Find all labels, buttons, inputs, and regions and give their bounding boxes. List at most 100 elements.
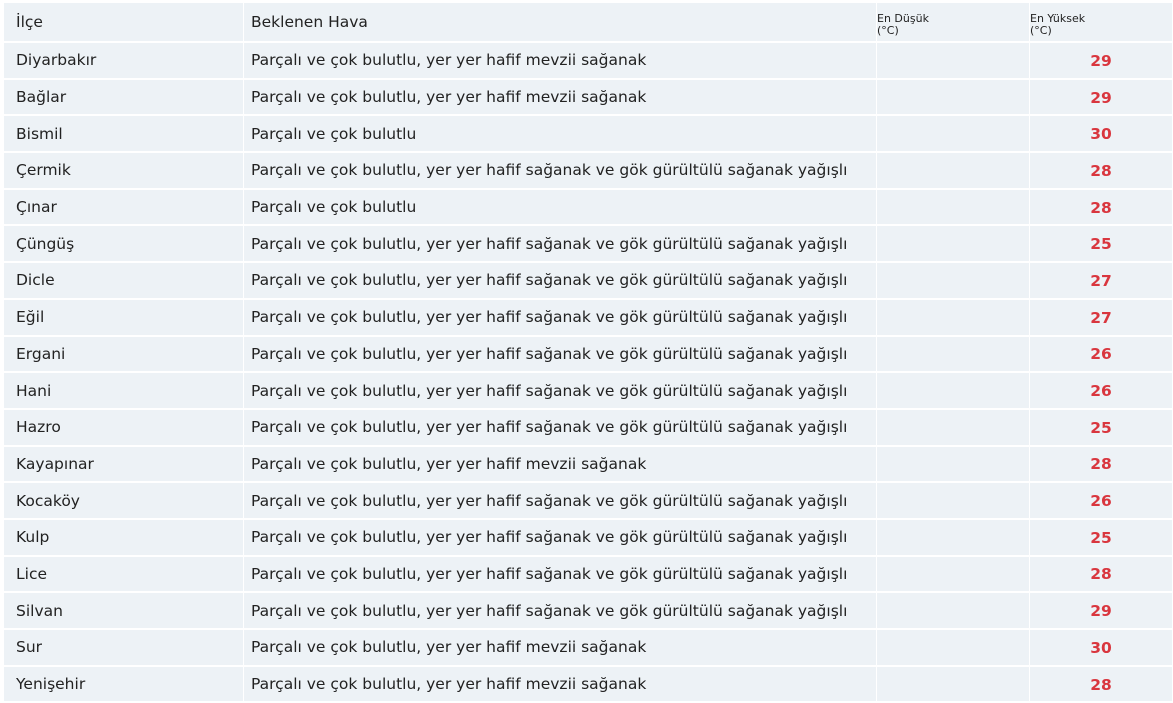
min-temp-cell xyxy=(877,666,1030,703)
forecast-table-container: İlçe Beklenen Hava En Düşük (°C) En Yüks… xyxy=(4,3,1172,703)
expected-weather-cell: Parçalı ve çok bulutlu, yer yer hafif sa… xyxy=(244,226,877,264)
min-temp-cell xyxy=(877,336,1030,374)
max-temp-cell: 27 xyxy=(1030,299,1172,337)
table-row: Silvan Parçalı ve çok bulutlu, yer yer ha… xyxy=(4,593,1172,630)
expected-weather-cell: Parçalı ve çok bulutlu, yer yer hafif me… xyxy=(244,666,877,703)
column-header-max-temp: En Yüksek (°C) xyxy=(1030,3,1172,43)
district-cell: Hani xyxy=(4,373,244,410)
expected-weather-text: Parçalı ve çok bulutlu, yer yer hafif me… xyxy=(251,638,647,657)
district-name: Eğil xyxy=(16,308,45,327)
expected-weather-text: Parçalı ve çok bulutlu, yer yer hafif sa… xyxy=(251,564,848,583)
expected-weather-text: Parçalı ve çok bulutlu, yer yer hafif me… xyxy=(251,675,647,694)
district-cell: Çermik xyxy=(4,153,244,190)
expected-weather-text: Parçalı ve çok bulutlu, yer yer hafif sa… xyxy=(251,491,848,510)
district-cell: Hazro xyxy=(4,409,244,447)
district-name: Diyarbakır xyxy=(16,51,97,70)
min-temp-cell xyxy=(877,409,1030,447)
table-header: İlçe Beklenen Hava En Düşük (°C) En Yüks… xyxy=(4,3,1172,43)
expected-weather-cell: Parçalı ve çok bulutlu, yer yer hafif sa… xyxy=(244,483,877,520)
max-temp-value: 27 xyxy=(1090,308,1112,327)
district-forecast-table: İlçe Beklenen Hava En Düşük (°C) En Yüks… xyxy=(4,3,1172,703)
expected-weather-cell: Parçalı ve çok bulutlu, yer yer hafif sa… xyxy=(244,336,877,374)
district-cell: Bismil xyxy=(4,116,244,154)
max-temp-cell: 26 xyxy=(1030,373,1172,410)
expected-weather-text: Parçalı ve çok bulutlu, yer yer hafif me… xyxy=(251,88,647,107)
min-temp-cell xyxy=(877,556,1030,594)
header-row: İlçe Beklenen Hava En Düşük (°C) En Yüks… xyxy=(4,3,1172,43)
table-row: Kocaköy Parçalı ve çok bulutlu, yer yer h… xyxy=(4,483,1172,520)
district-name: Yenişehir xyxy=(16,675,86,694)
expected-weather-cell: Parçalı ve çok bulutlu xyxy=(244,189,877,227)
district-cell: Lice xyxy=(4,556,244,594)
district-cell: Kulp xyxy=(4,519,244,557)
district-cell: Silvan xyxy=(4,593,244,630)
max-temp-value: 30 xyxy=(1090,125,1112,144)
expected-weather-text: Parçalı ve çok bulutlu, yer yer hafif sa… xyxy=(251,161,848,180)
column-header-expected-weather-label: Beklenen Hava xyxy=(251,13,368,31)
table-row: Sur Parçalı ve çok bulutlu, yer yer hafif… xyxy=(4,630,1172,667)
expected-weather-cell: Parçalı ve çok bulutlu, yer yer hafif me… xyxy=(244,43,877,80)
max-temp-value: 29 xyxy=(1090,602,1112,621)
max-temp-value: 28 xyxy=(1090,565,1112,584)
district-cell: Ergani xyxy=(4,336,244,374)
expected-weather-cell: Parçalı ve çok bulutlu, yer yer hafif sa… xyxy=(244,519,877,557)
column-header-expected-weather: Beklenen Hava xyxy=(244,3,877,43)
district-name: Çermik xyxy=(16,161,71,180)
table-row: Hani Parçalı ve çok bulutlu, yer yer hafi… xyxy=(4,373,1172,410)
max-temp-cell: 30 xyxy=(1030,116,1172,154)
expected-weather-text: Parçalı ve çok bulutlu, yer yer hafif sa… xyxy=(251,381,848,400)
max-temp-value: 29 xyxy=(1090,51,1112,70)
max-temp-cell: 25 xyxy=(1030,226,1172,264)
district-cell: Diyarbakır xyxy=(4,43,244,80)
max-temp-value: 25 xyxy=(1090,235,1112,254)
district-name: Çüngüş xyxy=(16,234,75,253)
district-cell: Kocaköy xyxy=(4,483,244,520)
table-body: Diyarbakır Parçalı ve çok bulutlu, yer ye… xyxy=(4,43,1172,703)
expected-weather-text: Parçalı ve çok bulutlu, yer yer hafif sa… xyxy=(251,601,848,620)
expected-weather-text: Parçalı ve çok bulutlu xyxy=(251,198,417,217)
min-temp-unit: (°C) xyxy=(877,24,899,37)
max-temp-value: 28 xyxy=(1090,161,1112,180)
expected-weather-cell: Parçalı ve çok bulutlu, yer yer hafif sa… xyxy=(244,373,877,410)
district-cell: Sur xyxy=(4,630,244,667)
min-temp-cell xyxy=(877,519,1030,557)
district-cell: Bağlar xyxy=(4,79,244,117)
expected-weather-text: Parçalı ve çok bulutlu, yer yer hafif sa… xyxy=(251,234,848,253)
max-temp-value: 25 xyxy=(1090,418,1112,437)
expected-weather-text: Parçalı ve çok bulutlu, yer yer hafif sa… xyxy=(251,308,848,327)
max-temp-value: 26 xyxy=(1090,345,1112,364)
column-header-district-label: İlçe xyxy=(16,13,43,31)
expected-weather-cell: Parçalı ve çok bulutlu, yer yer hafif me… xyxy=(244,79,877,117)
max-temp-value: 25 xyxy=(1090,528,1112,547)
expected-weather-cell: Parçalı ve çok bulutlu, yer yer hafif sa… xyxy=(244,409,877,447)
district-name: Bismil xyxy=(16,124,63,143)
expected-weather-text: Parçalı ve çok bulutlu, yer yer hafif sa… xyxy=(251,271,848,290)
max-temp-value: 26 xyxy=(1090,382,1112,401)
district-name: Kulp xyxy=(16,528,50,547)
table-row: Çınar Parçalı ve çok bulutlu 28 xyxy=(4,189,1172,227)
table-row: Kayapınar Parçalı ve çok bulutlu, yer yer… xyxy=(4,446,1172,484)
max-temp-cell: 30 xyxy=(1030,630,1172,667)
min-temp-cell xyxy=(877,593,1030,630)
expected-weather-cell: Parçalı ve çok bulutlu xyxy=(244,116,877,154)
max-temp-value: 28 xyxy=(1090,455,1112,474)
min-temp-cell xyxy=(877,373,1030,410)
district-cell: Eğil xyxy=(4,299,244,337)
table-row: Çermik Parçalı ve çok bulutlu, yer yer ha… xyxy=(4,153,1172,190)
expected-weather-cell: Parçalı ve çok bulutlu, yer yer hafif sa… xyxy=(244,153,877,190)
column-header-max-temp-label: En Yüksek (°C) xyxy=(1030,7,1172,37)
district-cell: Kayapınar xyxy=(4,446,244,484)
column-header-min-temp-label: En Düşük (°C) xyxy=(877,7,1029,37)
column-header-district: İlçe xyxy=(4,3,244,43)
max-temp-cell: 29 xyxy=(1030,43,1172,80)
min-temp-cell xyxy=(877,446,1030,484)
max-temp-cell: 25 xyxy=(1030,519,1172,557)
max-temp-cell: 28 xyxy=(1030,446,1172,484)
min-temp-cell xyxy=(877,116,1030,154)
district-name: Kocaköy xyxy=(16,491,80,510)
max-temp-cell: 28 xyxy=(1030,666,1172,703)
max-temp-cell: 28 xyxy=(1030,189,1172,227)
district-cell: Çüngüş xyxy=(4,226,244,264)
expected-weather-cell: Parçalı ve çok bulutlu, yer yer hafif me… xyxy=(244,630,877,667)
district-name: Bağlar xyxy=(16,88,67,107)
